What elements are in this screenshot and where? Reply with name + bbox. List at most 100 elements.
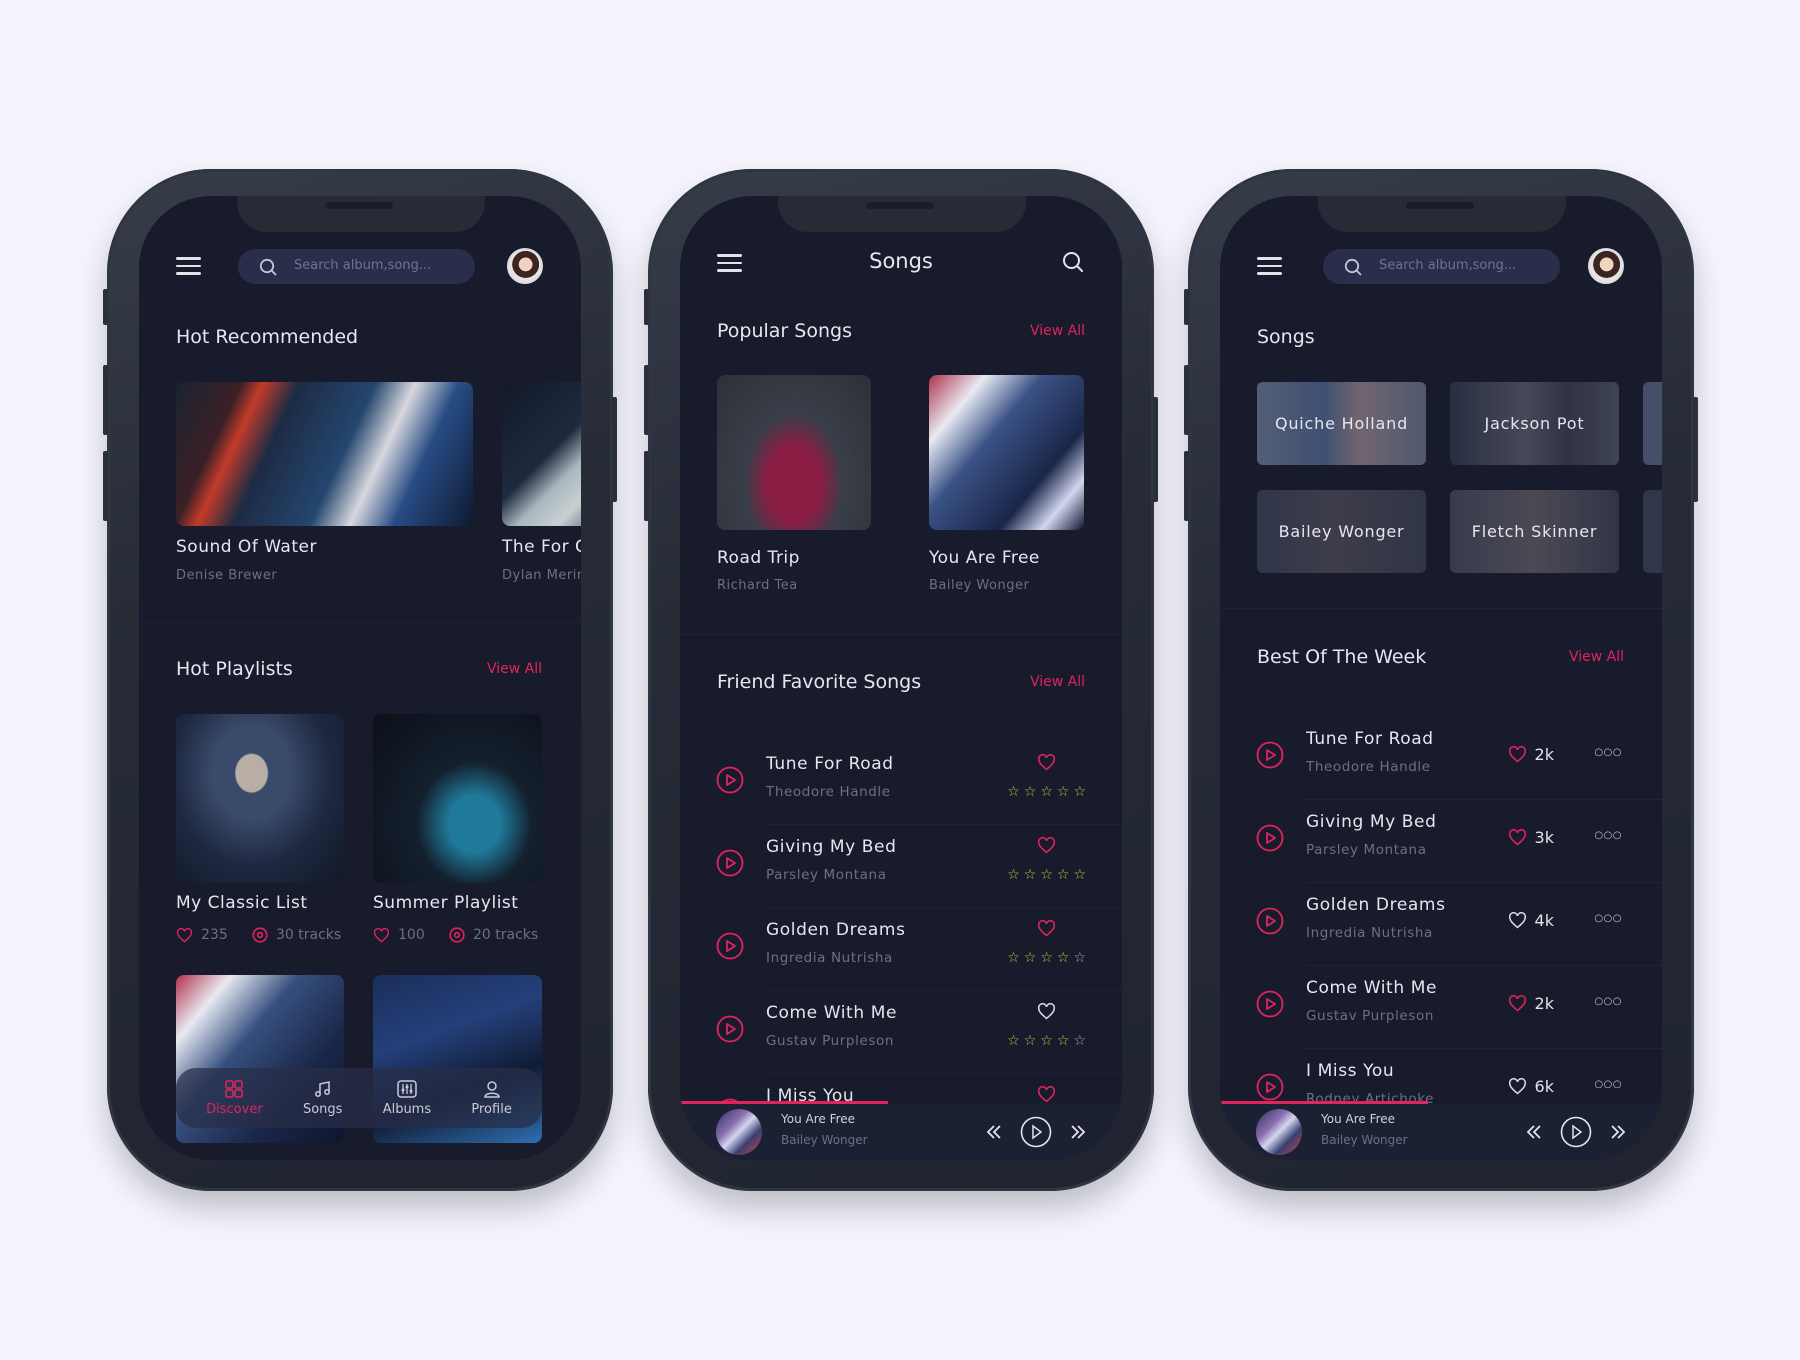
mini-player[interactable]: You Are Free Bailey Wonger [680, 1101, 1122, 1160]
heart-icon[interactable] [1037, 836, 1056, 854]
heart-icon[interactable] [1037, 753, 1056, 771]
song-cover-you-are-free[interactable] [929, 375, 1084, 530]
likes-count: 3k [1534, 828, 1554, 847]
play-button[interactable] [1256, 907, 1284, 939]
now-playing-title: You Are Free [1321, 1112, 1396, 1126]
search-input[interactable]: Search album,song... [238, 249, 475, 284]
play-button[interactable] [1256, 741, 1284, 773]
like-button[interactable]: 3k [1508, 828, 1554, 847]
like-button[interactable] [1037, 753, 1056, 775]
more-options-icon[interactable]: ○○○ [1594, 913, 1622, 924]
avatar[interactable] [1588, 248, 1624, 284]
artist-card[interactable]: Jackson Pot [1450, 382, 1619, 465]
nav-item-discover[interactable]: Discover [206, 1079, 263, 1117]
star-icon: ☆ [1007, 867, 1020, 883]
play-circle-icon[interactable] [1256, 990, 1284, 1018]
artist-card[interactable]: N [1643, 382, 1662, 465]
play-circle-icon[interactable] [716, 932, 744, 960]
play-icon[interactable] [1560, 1116, 1592, 1148]
like-button[interactable] [1037, 1002, 1056, 1024]
album-title: Sound Of Water [176, 537, 317, 557]
song-row[interactable]: Tune For Road Theodore Handle 2k ○○○ [1220, 717, 1662, 800]
song-row[interactable]: Tune For Road Theodore Handle ☆ ☆ ☆ ☆ ☆ [680, 742, 1122, 825]
screen: Songs Popular Songs View All Road Trip R… [680, 196, 1122, 1160]
song-row[interactable]: Golden Dreams Ingredia Nutrisha 4k ○○○ [1220, 883, 1662, 966]
menu-icon[interactable] [176, 257, 201, 275]
heart-icon[interactable] [1037, 919, 1056, 937]
nav-item-profile[interactable]: Profile [471, 1080, 512, 1117]
search-input[interactable]: Search album,song... [1323, 249, 1560, 284]
play-circle-icon[interactable] [1256, 1073, 1284, 1101]
heart-icon[interactable] [1508, 829, 1527, 846]
play-circle-icon[interactable] [716, 849, 744, 877]
song-row[interactable]: Golden Dreams Ingredia Nutrisha ☆ ☆ ☆ ☆ ☆ [680, 908, 1122, 991]
song-artist: Theodore Handle [1306, 759, 1431, 775]
section-title-songs: Songs [1257, 326, 1315, 348]
view-all-link[interactable]: View All [1030, 323, 1085, 339]
star-icon: ☆ [1040, 867, 1053, 883]
view-all-link[interactable]: View All [487, 661, 542, 677]
play-button[interactable] [716, 1015, 744, 1047]
notch [778, 196, 1026, 232]
playlist-cover-my-classic-list[interactable] [176, 714, 344, 883]
artist-card[interactable]: Fletch Skinner [1450, 490, 1619, 573]
play-icon[interactable] [1020, 1116, 1052, 1148]
like-button[interactable]: 2k [1508, 745, 1554, 764]
fast-forward-icon[interactable] [1610, 1125, 1626, 1139]
mute-switch [644, 289, 649, 325]
progress-bar[interactable] [1220, 1101, 1662, 1104]
heart-icon[interactable] [1037, 1002, 1056, 1020]
song-row[interactable]: Giving My Bed Parsley Montana ☆ ☆ ☆ ☆ ☆ [680, 825, 1122, 908]
heart-icon[interactable] [1508, 912, 1527, 929]
heart-icon[interactable] [1508, 1078, 1527, 1095]
fast-forward-icon[interactable] [1070, 1125, 1086, 1139]
rewind-icon[interactable] [986, 1125, 1002, 1139]
rewind-icon[interactable] [1526, 1125, 1542, 1139]
like-button[interactable] [1037, 919, 1056, 941]
song-cover-road-trip[interactable] [717, 375, 871, 530]
song-row[interactable]: Giving My Bed Parsley Montana 3k ○○○ [1220, 800, 1662, 883]
nav-item-albums[interactable]: Albums [383, 1079, 431, 1117]
avatar[interactable] [507, 248, 543, 284]
play-circle-icon[interactable] [716, 766, 744, 794]
like-button[interactable]: 2k [1508, 994, 1554, 1013]
view-all-link[interactable]: View All [1569, 649, 1624, 665]
progress-bar[interactable] [680, 1101, 1122, 1104]
album-cover-the-for[interactable] [502, 382, 581, 526]
menu-icon[interactable] [1257, 257, 1282, 275]
artist-card[interactable]: Quiche Holland [1257, 382, 1426, 465]
artist-card[interactable]: Bailey Wonger [1257, 490, 1426, 573]
play-button[interactable] [716, 849, 744, 881]
more-options-icon[interactable]: ○○○ [1594, 996, 1622, 1007]
song-title: Road Trip [717, 548, 800, 568]
heart-icon[interactable] [1508, 995, 1527, 1012]
search-icon[interactable] [1062, 251, 1084, 273]
power-button [612, 397, 617, 502]
album-cover-sound-of-water[interactable] [176, 382, 473, 526]
song-row[interactable]: Come With Me Gustav Purpleson ☆ ☆ ☆ ☆ ☆ [680, 991, 1122, 1074]
music-note-icon [314, 1080, 330, 1097]
play-button[interactable] [716, 932, 744, 964]
mini-player[interactable]: You Are Free Bailey Wonger [1220, 1101, 1662, 1160]
play-circle-icon[interactable] [716, 1015, 744, 1043]
heart-icon[interactable] [1508, 746, 1527, 763]
play-circle-icon[interactable] [1256, 907, 1284, 935]
artist-card[interactable] [1643, 490, 1662, 573]
play-button[interactable] [716, 766, 744, 798]
like-button[interactable] [1037, 836, 1056, 858]
more-options-icon[interactable]: ○○○ [1594, 830, 1622, 841]
playlist-cover-summer-playlist[interactable] [373, 714, 542, 883]
play-button[interactable] [1256, 990, 1284, 1022]
play-circle-icon[interactable] [1256, 741, 1284, 769]
more-options-icon[interactable]: ○○○ [1594, 1079, 1622, 1090]
play-circle-icon[interactable] [1256, 824, 1284, 852]
like-button[interactable]: 4k [1508, 911, 1554, 930]
view-all-link[interactable]: View All [1030, 674, 1085, 690]
play-button[interactable] [1256, 824, 1284, 856]
star-icon: ☆ [1023, 867, 1037, 883]
nav-item-songs[interactable]: Songs [303, 1080, 342, 1117]
song-row[interactable]: Come With Me Gustav Purpleson 2k ○○○ [1220, 966, 1662, 1049]
like-button[interactable]: 6k [1508, 1077, 1554, 1096]
more-options-icon[interactable]: ○○○ [1594, 747, 1622, 758]
artist-name: Fletch Skinner [1471, 522, 1598, 541]
